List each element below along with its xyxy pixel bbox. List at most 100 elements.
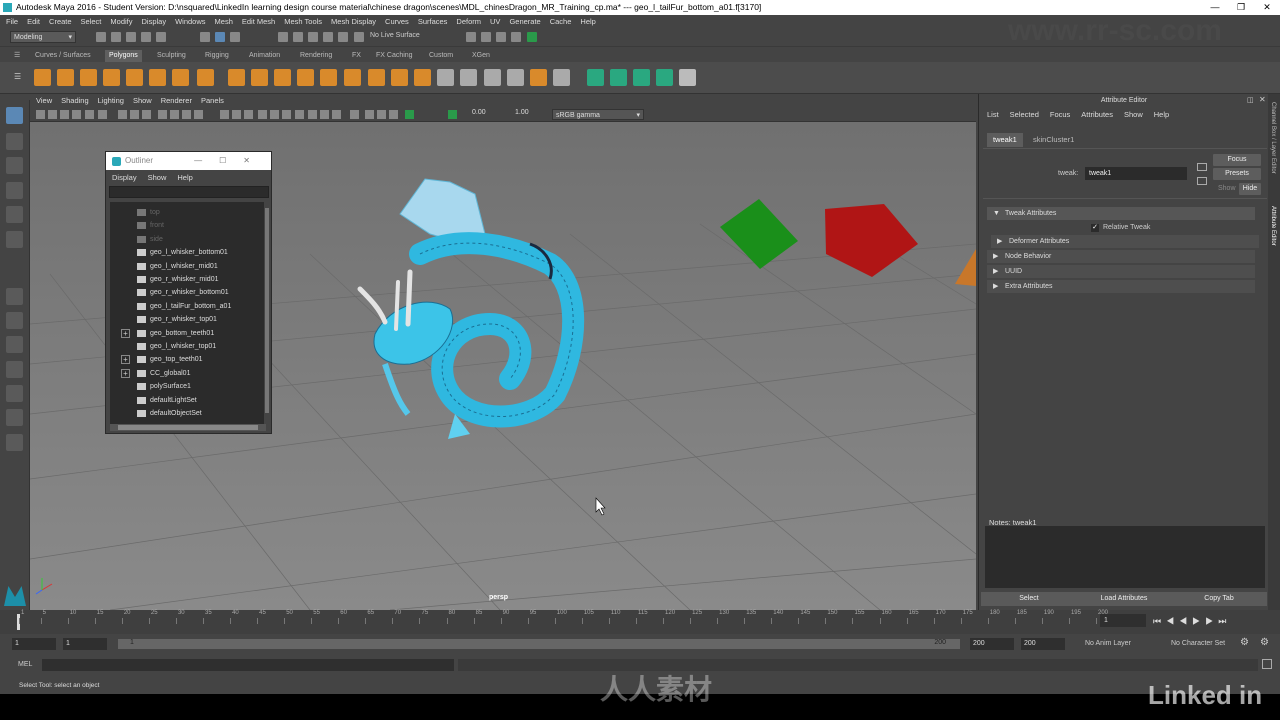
section-tweak-attributes[interactable]: ▼ Tweak Attributes: [987, 207, 1255, 220]
scale-tool-icon[interactable]: [6, 231, 23, 248]
menu-mesh-display[interactable]: Mesh Display: [331, 17, 376, 26]
outliner-item[interactable]: geo_l_whisker_bottom01: [110, 246, 264, 259]
single-perspective-layout-icon[interactable]: [6, 288, 23, 305]
hypershade-icon[interactable]: [511, 32, 521, 42]
menu-help[interactable]: Help: [580, 17, 595, 26]
viewport-menu-lighting[interactable]: Lighting: [98, 96, 124, 105]
depth-of-field-icon[interactable]: [332, 110, 341, 119]
save-scene-icon[interactable]: [126, 32, 136, 42]
playback-end-field[interactable]: 200: [970, 638, 1014, 650]
menu-edit[interactable]: Edit: [27, 17, 40, 26]
anti-alias-icon[interactable]: [320, 110, 329, 119]
select-tool-icon[interactable]: [6, 107, 23, 124]
target-weld-icon[interactable]: [507, 69, 524, 86]
mel-label[interactable]: MEL: [18, 661, 32, 668]
new-scene-icon[interactable]: [96, 32, 106, 42]
outliner-menu-help[interactable]: Help: [177, 173, 192, 182]
output-connections-icon[interactable]: [1197, 177, 1207, 185]
poly-plane-icon[interactable]: [149, 69, 166, 86]
resolution-gate-icon[interactable]: [142, 110, 151, 119]
step-forward-key-icon[interactable]: ▶: [1205, 616, 1218, 626]
quad-draw-icon[interactable]: [530, 69, 547, 86]
section-deformer-attributes[interactable]: ▶ Deformer Attributes: [991, 235, 1259, 248]
exposure-icon[interactable]: [405, 110, 414, 119]
script-editor-icon[interactable]: [1262, 659, 1272, 669]
bookmark-icon[interactable]: [60, 110, 69, 119]
auto-key-icon[interactable]: ⚙: [1240, 637, 1249, 648]
move-tool-icon[interactable]: [6, 182, 23, 199]
snap-point-icon[interactable]: [308, 32, 318, 42]
motion-blur-icon[interactable]: [308, 110, 317, 119]
ae-menu-attributes[interactable]: Attributes: [1081, 110, 1113, 119]
shadows-icon[interactable]: [282, 110, 291, 119]
shelf-tab-fx-caching[interactable]: FX Caching: [376, 50, 413, 62]
snap-view-plane-icon[interactable]: [338, 32, 348, 42]
extrude-icon[interactable]: [391, 69, 408, 86]
close-icon[interactable]: ✕: [1254, 0, 1280, 15]
outliner-item[interactable]: geo_r_whisker_mid01: [110, 273, 264, 286]
ipr-render-icon[interactable]: [481, 32, 491, 42]
outliner-item[interactable]: defaultObjectSet: [110, 407, 264, 420]
outliner-vertical-scrollbar[interactable]: [264, 202, 270, 424]
shelf-options-icon[interactable]: ☰: [14, 72, 21, 81]
sculpt-icon[interactable]: [553, 69, 570, 86]
booleans-icon[interactable]: [320, 69, 337, 86]
shelf-tab-animation[interactable]: Animation: [249, 50, 280, 62]
uv-editor-icon[interactable]: [633, 69, 650, 86]
menu-windows[interactable]: Windows: [175, 17, 205, 26]
poly-cone-icon[interactable]: [103, 69, 120, 86]
shelf-menu-icon[interactable]: ☰: [14, 50, 20, 62]
poly-torus-icon[interactable]: [126, 69, 143, 86]
outliner-item[interactable]: defaultLightSet: [110, 394, 264, 407]
poly-sphere-icon[interactable]: [34, 69, 51, 86]
play-forward-icon[interactable]: ▶: [1192, 616, 1205, 626]
expand-icon[interactable]: +: [121, 328, 130, 338]
snap-grid-icon[interactable]: [278, 32, 288, 42]
outliner-close-icon[interactable]: ✕: [243, 156, 267, 165]
menu-edit-mesh[interactable]: Edit Mesh: [242, 17, 275, 26]
mirror-icon[interactable]: [344, 69, 361, 86]
outliner-item[interactable]: geo_r_whisker_top01: [110, 313, 264, 326]
section-uuid[interactable]: ▶ UUID: [987, 265, 1255, 278]
menu-mesh-tools[interactable]: Mesh Tools: [284, 17, 322, 26]
mode-dropdown[interactable]: Modeling ▾: [10, 31, 76, 43]
viewport-menu-panels[interactable]: Panels: [201, 96, 224, 105]
playback-start-field[interactable]: 1: [63, 638, 107, 650]
tab-skincluster1[interactable]: skinCluster1: [1027, 133, 1080, 147]
go-to-start-icon[interactable]: ⏮: [1153, 616, 1166, 626]
menu-display[interactable]: Display: [142, 17, 167, 26]
notes-textarea[interactable]: [985, 526, 1265, 588]
poly-disc-icon[interactable]: [172, 69, 189, 86]
separate-icon[interactable]: [251, 69, 268, 86]
shelf-tab-sculpting[interactable]: Sculpting: [157, 50, 186, 62]
graph-editor-layout-icon[interactable]: [6, 409, 23, 426]
shelf-tab-curves[interactable]: Curves / Surfaces: [35, 50, 91, 62]
animation-end-field[interactable]: 200: [1021, 638, 1065, 650]
uv-checker-icon[interactable]: [679, 69, 696, 86]
animation-start-field[interactable]: 1: [12, 638, 56, 650]
outliner-layout-icon[interactable]: [6, 385, 23, 402]
mel-input[interactable]: [42, 659, 454, 671]
outliner-item[interactable]: geo_l_whisker_mid01: [110, 260, 264, 273]
bridge-icon[interactable]: [368, 69, 385, 86]
character-set-dropdown[interactable]: No Character Set: [1171, 640, 1225, 647]
select-hierarchy-icon[interactable]: [200, 32, 210, 42]
multi-cut-icon[interactable]: [484, 69, 501, 86]
fill-hole-icon[interactable]: [460, 69, 477, 86]
step-back-key-icon[interactable]: ◀: [1166, 616, 1179, 626]
side-tab-attribute-editor[interactable]: Attribute Editor: [1270, 206, 1276, 246]
expand-icon[interactable]: +: [121, 368, 130, 378]
menu-mesh[interactable]: Mesh: [215, 17, 233, 26]
xray-components-icon[interactable]: [389, 110, 398, 119]
load-attributes-button[interactable]: Load Attributes: [1076, 592, 1172, 606]
gamma-value[interactable]: 1.00: [515, 109, 529, 116]
use-all-lights-icon[interactable]: [270, 110, 279, 119]
viewport-menu-show[interactable]: Show: [133, 96, 152, 105]
2d-pan-icon[interactable]: [85, 110, 94, 119]
copy-tab-button[interactable]: Copy Tab: [1171, 592, 1267, 606]
outliner-item[interactable]: top: [110, 206, 264, 219]
poly-cylinder-icon[interactable]: [80, 69, 97, 86]
menu-generate[interactable]: Generate: [509, 17, 540, 26]
combine-icon[interactable]: [228, 69, 245, 86]
shelf-tab-xgen[interactable]: XGen: [472, 50, 490, 62]
